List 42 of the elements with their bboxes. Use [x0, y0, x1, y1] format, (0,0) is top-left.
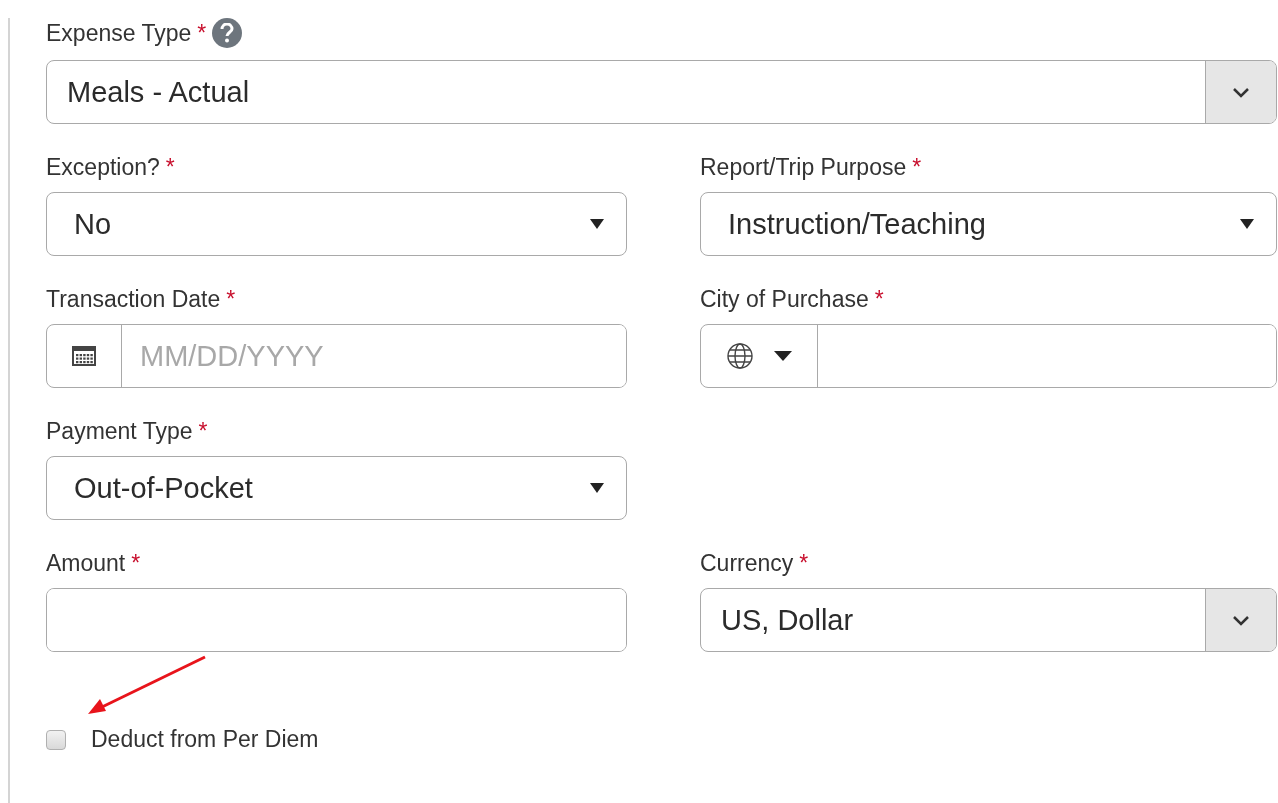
- field-value: Out-of-Pocket: [73, 471, 254, 505]
- field-value: Instruction/Teaching: [727, 207, 987, 241]
- help-icon[interactable]: [212, 18, 243, 48]
- required-mark: *: [912, 154, 922, 180]
- calendar-icon: [72, 346, 96, 366]
- field-label: City of Purchase: [700, 286, 869, 312]
- field-label: Currency: [700, 550, 794, 576]
- caret-icon: [1240, 219, 1254, 229]
- field-label: Exception?: [46, 154, 160, 180]
- field-label: Payment Type: [46, 418, 193, 444]
- checkbox-label: Deduct from Per Diem: [91, 726, 319, 753]
- required-mark: *: [799, 550, 809, 576]
- dropdown-field[interactable]: Meals - Actual: [46, 60, 1277, 124]
- chevron-down-icon: [1232, 614, 1250, 626]
- field-label: Expense Type: [46, 20, 192, 46]
- field-value: US, Dollar: [720, 603, 855, 637]
- field-value: No: [73, 207, 113, 241]
- chevron-down-icon: [1232, 86, 1250, 98]
- required-mark: *: [131, 550, 141, 576]
- caret-icon: [590, 483, 604, 493]
- dropdown-button[interactable]: [1205, 61, 1276, 123]
- amount-field[interactable]: [46, 588, 627, 652]
- required-mark: *: [226, 286, 236, 312]
- select-field[interactable]: Out-of-Pocket: [46, 456, 627, 520]
- caret-icon: [590, 219, 604, 229]
- required-mark: *: [165, 154, 175, 180]
- globe-icon: [726, 342, 754, 370]
- city-field[interactable]: [700, 324, 1277, 388]
- required-mark: *: [874, 286, 884, 312]
- field-label: Transaction Date: [46, 286, 221, 312]
- field-label: Report/Trip Purpose: [700, 154, 907, 180]
- select-field[interactable]: No: [46, 192, 627, 256]
- required-mark: *: [197, 20, 207, 46]
- dropdown-button[interactable]: [1205, 589, 1276, 651]
- caret-icon: [774, 351, 792, 361]
- date-field[interactable]: MM/DD/YYYY: [46, 324, 627, 388]
- checkbox[interactable]: [46, 729, 66, 750]
- dropdown-field[interactable]: US, Dollar: [700, 588, 1277, 652]
- field-label: Amount: [46, 550, 126, 576]
- select-field[interactable]: Instruction/Teaching: [700, 192, 1277, 256]
- field-value: Meals - Actual: [66, 75, 251, 109]
- required-mark: *: [198, 418, 208, 444]
